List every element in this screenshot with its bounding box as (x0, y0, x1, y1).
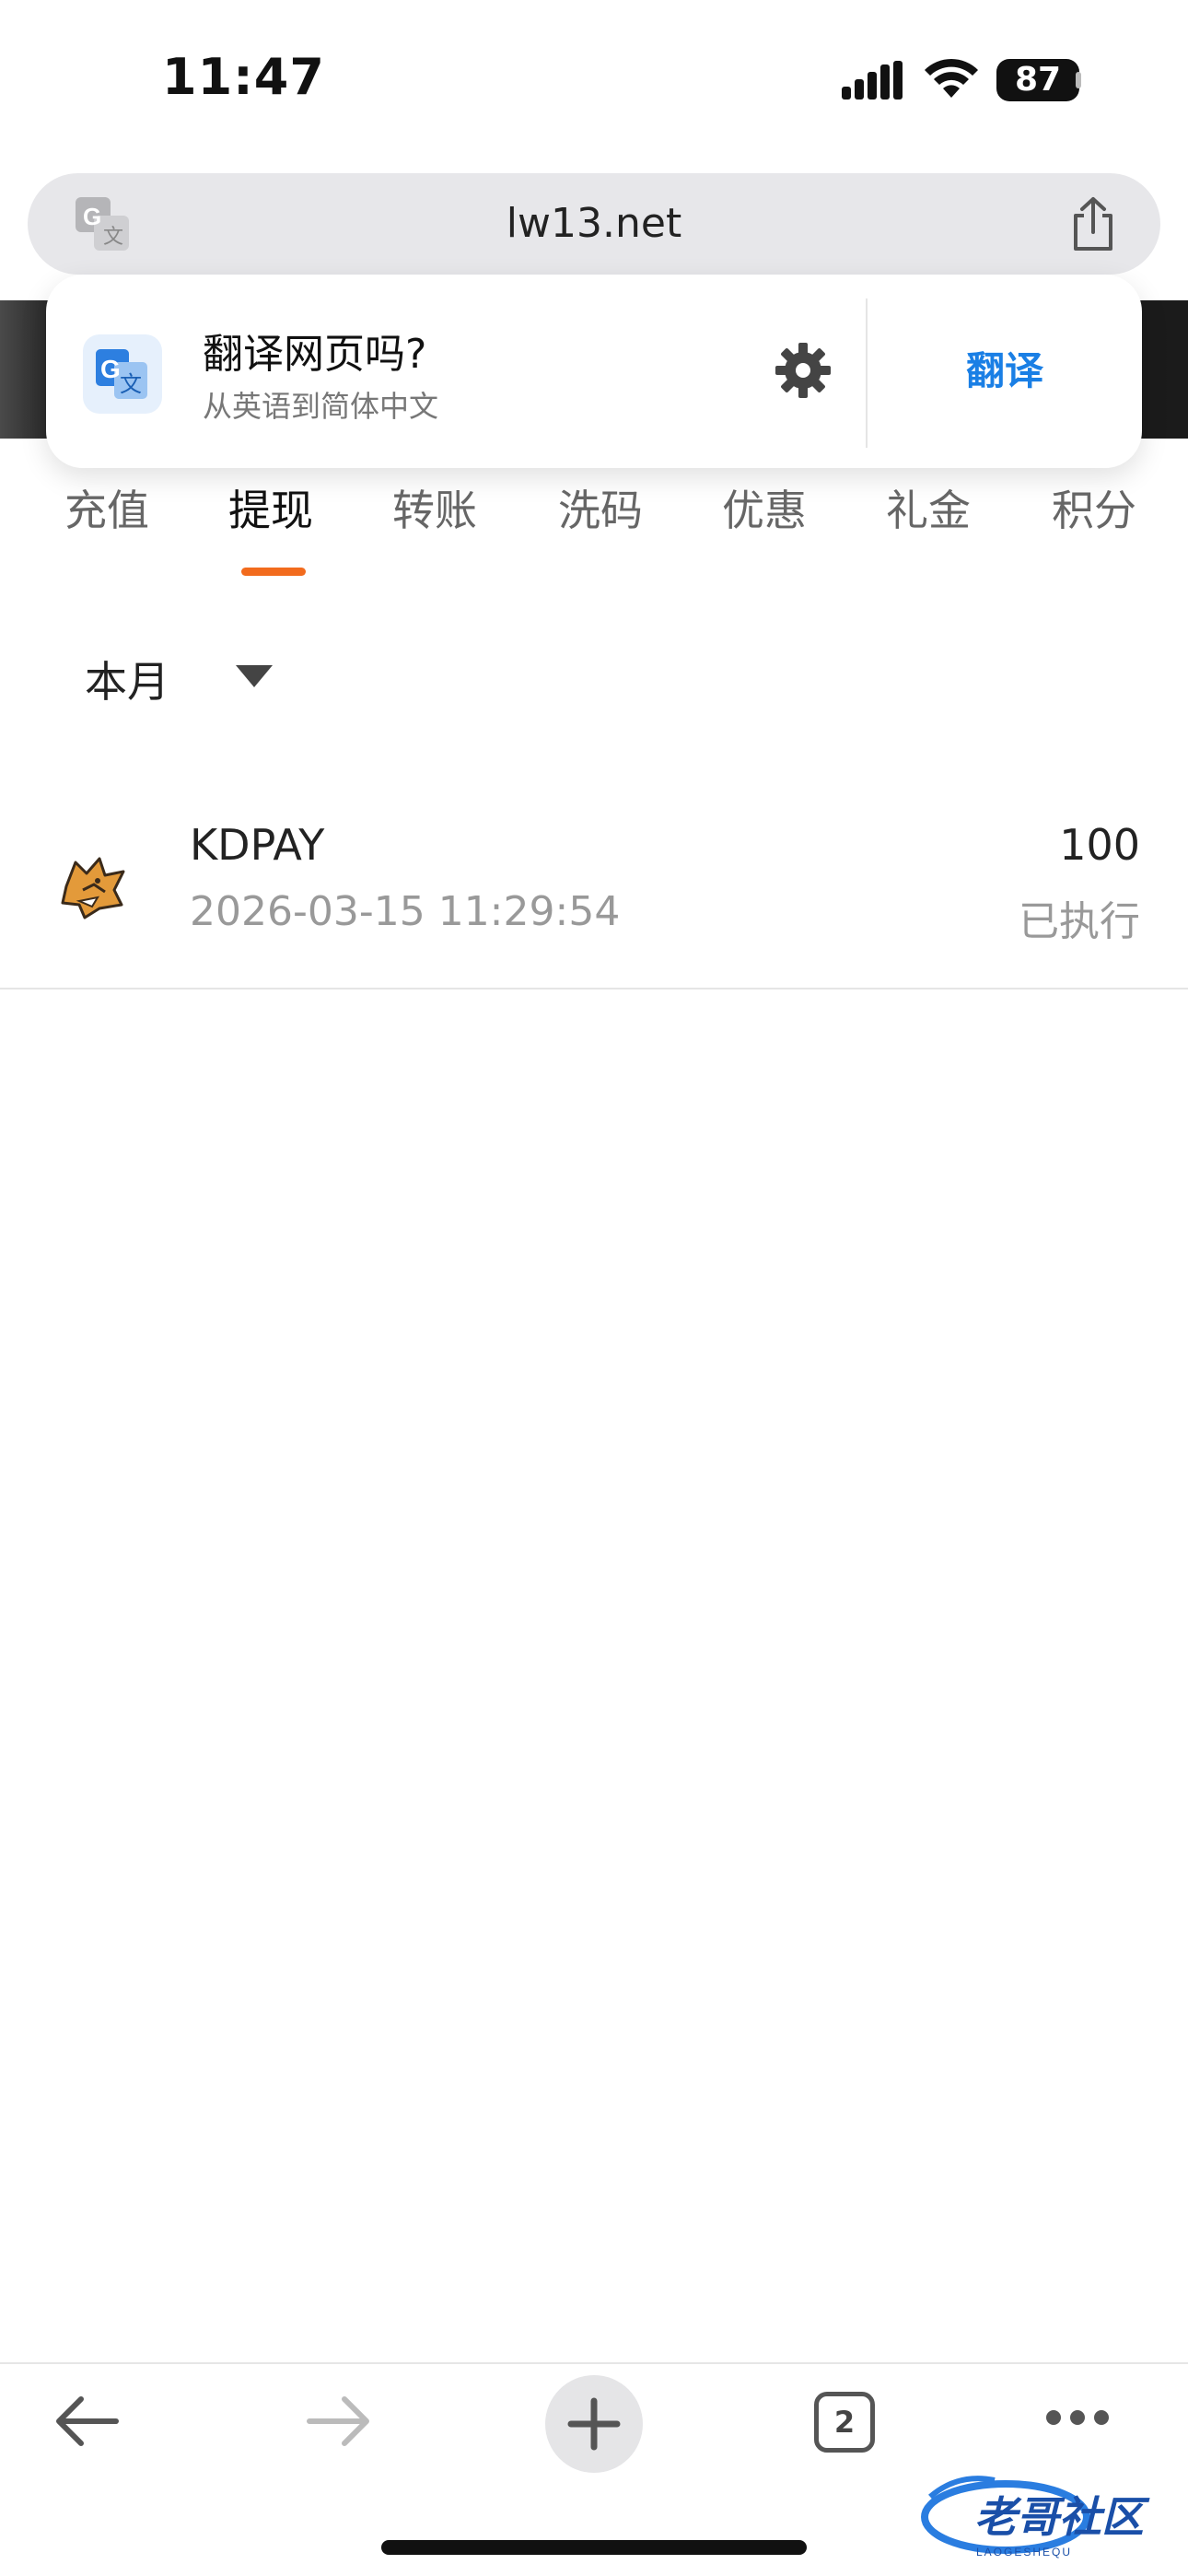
status-time: 11:47 (162, 48, 325, 106)
popup-title: 翻译网页吗? (203, 331, 427, 378)
watermark-subtext: LAOGESHEQU (976, 2546, 1072, 2558)
record-datetime: 2026-03-15 11:29:54 (190, 888, 621, 935)
share-icon[interactable] (1068, 195, 1118, 252)
back-arrow-icon[interactable] (52, 2386, 122, 2456)
tab-transfer[interactable]: 转账 (392, 477, 477, 538)
translate-icon[interactable]: G 文 (74, 195, 131, 252)
wifi-icon (925, 58, 978, 98)
svg-text:文: 文 (103, 226, 123, 249)
translate-button[interactable]: 翻译 (868, 275, 1142, 468)
home-indicator[interactable] (381, 2540, 807, 2555)
battery-level: 87 (1014, 61, 1062, 99)
forward-arrow-icon[interactable] (304, 2386, 374, 2456)
plus-icon (567, 2397, 621, 2451)
more-options-icon[interactable] (1044, 2408, 1111, 2427)
tab-rebate[interactable]: 洗码 (558, 477, 643, 538)
caret-down-icon[interactable] (236, 665, 273, 687)
address-bar[interactable]: lw13.net G 文 (28, 173, 1160, 275)
toolbar-divider (0, 2362, 1188, 2364)
new-tab-button[interactable] (545, 2375, 643, 2473)
url-text[interactable]: lw13.net (28, 173, 1160, 275)
tab-bonus[interactable]: 礼金 (886, 477, 971, 538)
google-translate-icon: G 文 (96, 349, 147, 399)
tab-withdraw[interactable]: 提现 (228, 477, 313, 538)
svg-text:G: G (83, 203, 101, 230)
svg-text:文: 文 (120, 371, 142, 397)
svg-text:G: G (100, 355, 121, 383)
period-filter[interactable]: 本月 (85, 649, 169, 709)
tab-promotion[interactable]: 优惠 (722, 477, 807, 538)
watermark-text: 老哥社区 (974, 2492, 1144, 2542)
record-status: 已执行 (1019, 898, 1140, 945)
tab-switcher-button[interactable]: 2 (814, 2392, 875, 2453)
tiger-logo-icon (61, 857, 125, 919)
translate-app-icon: G 文 (83, 334, 162, 414)
popup-subtitle: 从英语到简体中文 (203, 389, 439, 424)
list-item[interactable]: KDPAY 2026-03-15 11:29:54 100 已执行 (0, 792, 1188, 989)
cellular-signal-icon (842, 61, 903, 100)
record-name: KDPAY (190, 820, 325, 870)
translate-popup: G 文 翻译网页吗? 从英语到简体中文 翻译 (46, 275, 1142, 468)
tab-recharge[interactable]: 充值 (64, 477, 149, 538)
tab-count: 2 (833, 2405, 856, 2440)
gear-icon[interactable] (774, 341, 833, 400)
tab-points[interactable]: 积分 (1052, 477, 1136, 538)
record-amount: 100 (1059, 820, 1140, 870)
active-tab-indicator (241, 568, 306, 576)
